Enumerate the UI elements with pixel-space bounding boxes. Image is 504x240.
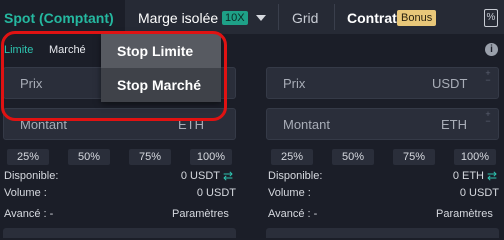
sell-amount-label: Montant [283, 117, 330, 132]
sell-percent-100[interactable]: 100% [454, 149, 496, 165]
sell-params-link[interactable]: Paramètres [436, 208, 493, 220]
sell-advanced-label: Avancé : - [268, 208, 318, 220]
tab-grid[interactable]: Grid [292, 0, 318, 36]
sell-price-unit: USDT [432, 76, 468, 91]
buy-percent-100[interactable]: 100% [190, 149, 232, 165]
sell-available-value: 0 ETH [452, 170, 484, 182]
buy-price-label: Prix [20, 76, 43, 91]
tab-spot[interactable]: Spot (Comptant) [0, 0, 125, 34]
sell-percent-25[interactable]: 25% [271, 149, 313, 165]
buy-amount-field[interactable]: Montant ETH [3, 108, 236, 140]
sell-available-label: Disponible: [268, 170, 323, 182]
leverage-badge: 10X [222, 11, 248, 25]
buy-percent-75[interactable]: 75% [129, 149, 171, 165]
buy-volume-label: Volume : [4, 187, 47, 199]
percent-icon[interactable]: % [484, 9, 498, 27]
sell-volume-label: Volume : [268, 187, 311, 199]
buy-advanced-label: Avancé : - [4, 208, 54, 220]
bonus-badge: Bonus [397, 10, 437, 26]
sell-amount-field[interactable]: Montant ETH + − [266, 108, 499, 140]
tab-divider [278, 4, 279, 30]
order-type-dropdown: Stop Limite Stop Marché [101, 34, 221, 102]
sell-price-field[interactable]: Prix USDT + − [266, 67, 499, 99]
sell-submit-area[interactable] [266, 228, 499, 238]
tab-divider [334, 4, 335, 30]
chevron-down-icon[interactable] [256, 15, 266, 21]
sell-percent-50[interactable]: 50% [332, 149, 374, 165]
info-icon[interactable]: i [485, 43, 498, 56]
buy-available-label: Disponible: [4, 170, 59, 182]
order-type-market[interactable]: Marché [49, 44, 86, 56]
sell-price-label: Prix [283, 76, 306, 91]
sell-price-stepper[interactable]: + − [480, 69, 496, 85]
swap-icon[interactable]: ⇄ [487, 169, 497, 183]
sell-amount-unit: ETH [441, 117, 467, 132]
tab-margin-isolated[interactable]: Marge isolée [138, 0, 218, 34]
buy-submit-area[interactable] [3, 228, 236, 238]
dropdown-item-stop-limit[interactable]: Stop Limite [101, 34, 221, 68]
sell-percent-75[interactable]: 75% [393, 149, 435, 165]
buy-percent-50[interactable]: 50% [68, 149, 110, 165]
sell-amount-stepper[interactable]: + − [480, 110, 496, 126]
buy-params-link[interactable]: Paramètres [172, 208, 229, 220]
tab-contract[interactable]: Contrat [347, 0, 397, 36]
buy-available-value: 0 USDT [180, 170, 220, 182]
buy-amount-label: Montant [20, 117, 67, 132]
sell-volume-value: 0 USDT [459, 187, 499, 199]
dropdown-item-stop-market[interactable]: Stop Marché [101, 68, 221, 102]
swap-icon[interactable]: ⇄ [223, 169, 233, 183]
buy-percent-25[interactable]: 25% [7, 149, 49, 165]
order-type-limit[interactable]: Limite [4, 44, 33, 56]
buy-amount-unit: ETH [178, 117, 204, 132]
buy-volume-value: 0 USDT [196, 187, 236, 199]
